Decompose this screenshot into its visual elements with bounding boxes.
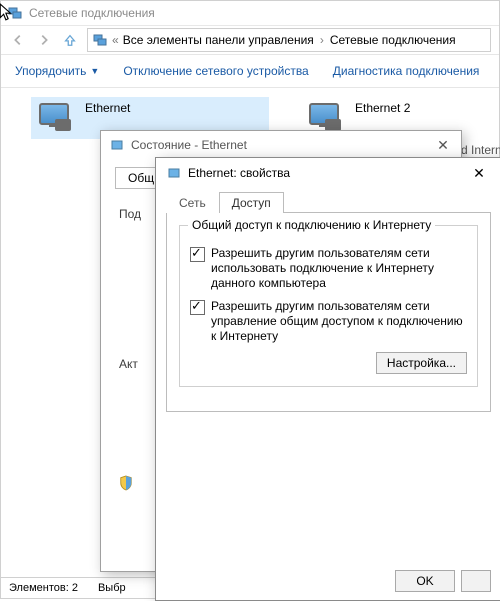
cursor-pointer-icon — [0, 3, 16, 21]
dialog-titlebar[interactable]: Состояние - Ethernet ✕ — [101, 131, 461, 159]
breadcrumb-root[interactable]: Все элементы панели управления — [123, 33, 314, 47]
disable-device-button[interactable]: Отключение сетевого устройства — [123, 64, 308, 78]
tab-access[interactable]: Доступ — [219, 192, 284, 213]
dialog-titlebar[interactable]: Ethernet: свойства ✕ — [156, 158, 500, 188]
breadcrumb-prefix: « — [112, 33, 119, 47]
shield-icon — [119, 475, 133, 491]
navigation-bar: « Все элементы панели управления › Сетев… — [1, 26, 499, 55]
command-bar: Упорядочить ▼ Отключение сетевого устрой… — [1, 55, 499, 88]
dialog-title: Состояние - Ethernet — [131, 138, 247, 152]
allow-control-checkbox[interactable]: Разрешить другим пользователям сети упра… — [190, 299, 467, 344]
breadcrumb-leaf[interactable]: Сетевые подключения — [330, 33, 456, 47]
status-count: Элементов: 2 — [9, 582, 78, 594]
tab-panel-access: Общий доступ к подключению к Интернету Р… — [166, 212, 491, 412]
status-selected: Выбр — [98, 582, 126, 594]
group-title: Общий доступ к подключению к Интернету — [188, 218, 435, 232]
ok-button[interactable]: OK — [395, 570, 455, 592]
checkbox-label: Разрешить другим пользователям сети испо… — [211, 246, 467, 291]
diagnose-connection-button[interactable]: Диагностика подключения — [333, 64, 480, 78]
connection-icon — [166, 165, 182, 181]
nav-forward-button[interactable] — [35, 31, 53, 49]
nav-up-button[interactable] — [61, 31, 79, 49]
settings-button[interactable]: Настройка... — [376, 352, 467, 374]
tabs: Сеть Доступ — [156, 188, 500, 212]
checkbox-icon — [190, 300, 205, 315]
window-titlebar: Сетевые подключения — [1, 1, 499, 26]
chevron-down-icon: ▼ — [90, 66, 99, 76]
network-icon — [92, 32, 108, 48]
address-bar[interactable]: « Все элементы панели управления › Сетев… — [87, 28, 491, 52]
adapter-icon — [35, 101, 75, 135]
adapter-name: Ethernet — [85, 101, 130, 115]
nav-back-button[interactable] — [9, 31, 27, 49]
properties-dialog: Ethernet: свойства ✕ Сеть Доступ Общий д… — [155, 157, 500, 601]
dialog-title: Ethernet: свойства — [188, 166, 290, 180]
tab-network[interactable]: Сеть — [166, 192, 219, 213]
adapter-subtext: d Internet — [461, 143, 500, 157]
close-button[interactable]: ✕ — [467, 161, 491, 185]
checkbox-label: Разрешить другим пользователям сети упра… — [211, 299, 467, 344]
close-button[interactable]: ✕ — [433, 137, 453, 154]
organize-menu[interactable]: Упорядочить ▼ — [15, 64, 99, 78]
cancel-button-partial[interactable] — [461, 570, 491, 592]
organize-label: Упорядочить — [15, 64, 86, 78]
connection-icon — [109, 137, 125, 153]
ics-group: Общий доступ к подключению к Интернету Р… — [179, 225, 478, 387]
allow-sharing-checkbox[interactable]: Разрешить другим пользователям сети испо… — [190, 246, 467, 291]
checkbox-icon — [190, 247, 205, 262]
window-title: Сетевые подключения — [29, 6, 155, 20]
adapter-name: Ethernet 2 — [355, 101, 410, 115]
breadcrumb-separator-icon: › — [318, 33, 326, 47]
